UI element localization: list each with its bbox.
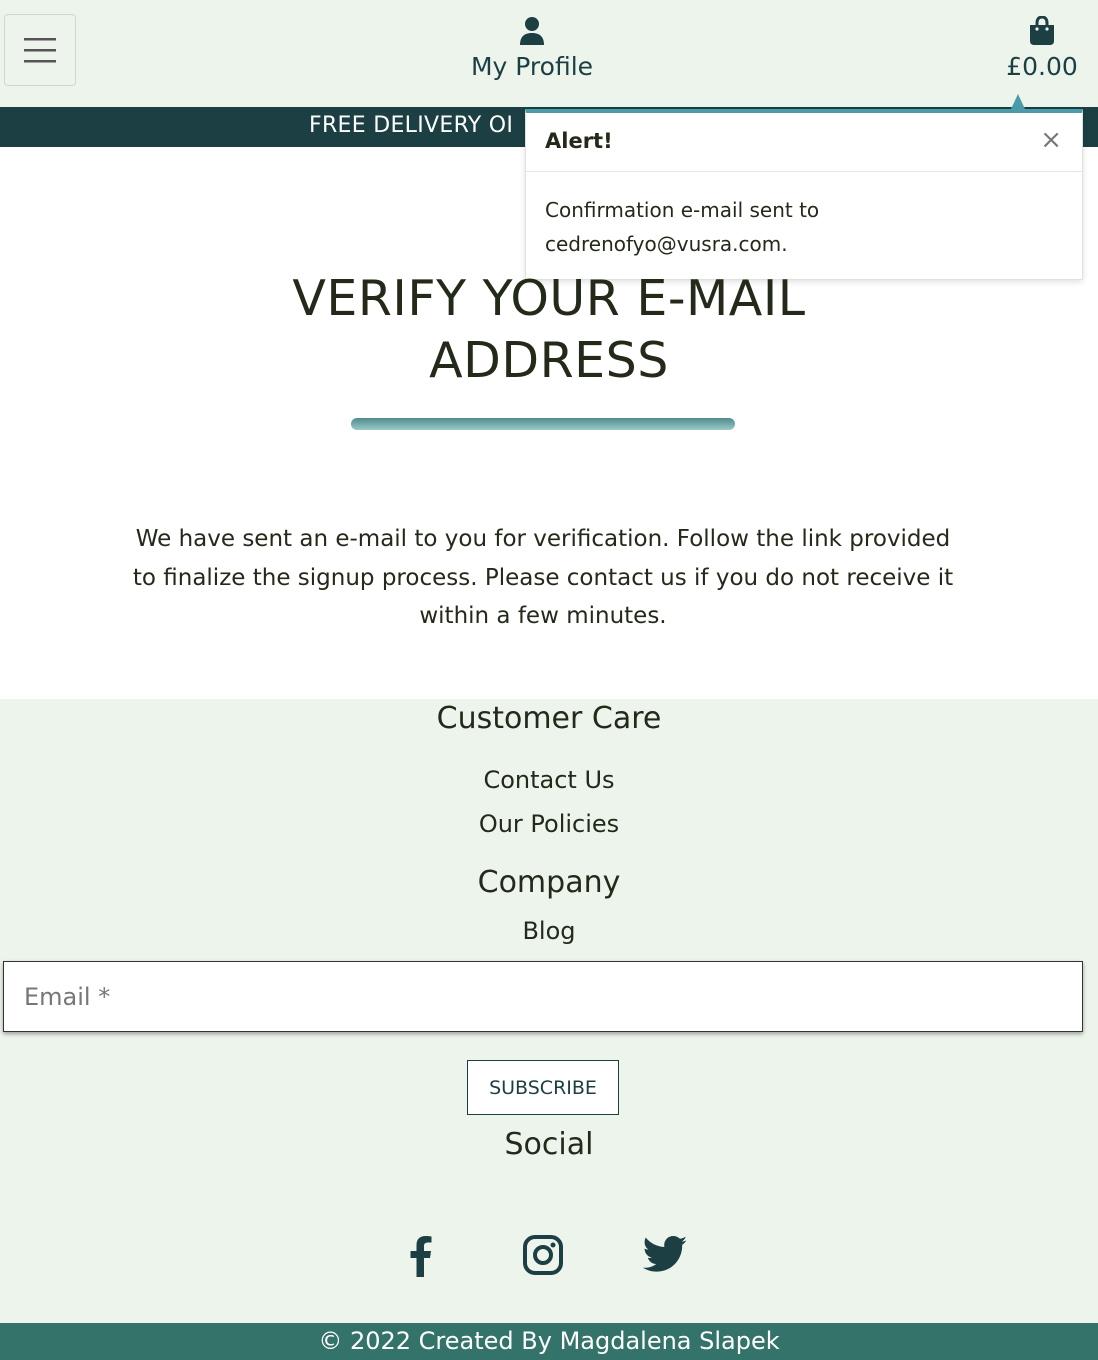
shopping-bag-icon	[1030, 16, 1054, 45]
copyright-bar: © 2022 Created By Magdalena Slapek	[0, 1323, 1098, 1360]
facebook-icon	[410, 1236, 432, 1277]
alert-title: Alert!	[545, 129, 613, 153]
instagram-icon	[523, 1235, 563, 1275]
page-title: VERIFY YOUR E-MAIL ADDRESS	[0, 268, 1098, 392]
alert-header: Alert! ×	[526, 113, 1082, 172]
title-divider	[351, 418, 735, 430]
subscribe-button[interactable]: SUBSCRIBE	[467, 1060, 619, 1115]
hamburger-icon	[24, 38, 56, 63]
my-profile-label: My Profile	[470, 52, 594, 81]
site-footer: Customer Care Contact Us Our Policies Co…	[0, 699, 1098, 1323]
page-title-line2: ADDRESS	[429, 332, 669, 389]
customer-care-heading: Customer Care	[436, 701, 662, 736]
contact-us-link[interactable]: Contact Us	[0, 766, 1098, 794]
site-header: My Profile £0.00	[0, 0, 1098, 107]
social-heading: Social	[504, 1127, 594, 1162]
blog-link[interactable]: Blog	[0, 917, 1098, 945]
page-title-line1: VERIFY YOUR E-MAIL	[292, 270, 806, 327]
email-field[interactable]	[3, 961, 1083, 1032]
shopping-bag-link[interactable]: £0.00	[1006, 16, 1078, 88]
bag-total: £0.00	[1006, 52, 1078, 81]
alert-arrow	[1011, 94, 1025, 109]
close-icon[interactable]: ×	[1040, 125, 1062, 155]
twitter-link[interactable]	[641, 1231, 689, 1279]
social-links	[0, 1231, 1098, 1281]
email-input[interactable]	[4, 962, 1082, 1031]
instagram-link[interactable]	[519, 1231, 567, 1279]
my-profile-link[interactable]: My Profile	[452, 16, 612, 88]
twitter-icon	[642, 1236, 687, 1272]
verification-message: We have sent an e-mail to you for verifi…	[132, 526, 954, 629]
alert-message: Confirmation e-mail sent to cedrenofyo@v…	[545, 198, 820, 256]
company-heading: Company	[477, 865, 621, 900]
copyright-text: © 2022 Created By Magdalena Slapek	[318, 1327, 780, 1355]
delivery-banner-text: FREE DELIVERY OI	[309, 113, 514, 138]
menu-toggle-button[interactable]	[4, 14, 76, 86]
facebook-link[interactable]	[397, 1231, 445, 1279]
alert-toast: Alert! × Confirmation e-mail sent to ced…	[525, 109, 1083, 280]
our-policies-link[interactable]: Our Policies	[0, 810, 1098, 838]
user-icon	[520, 17, 544, 45]
